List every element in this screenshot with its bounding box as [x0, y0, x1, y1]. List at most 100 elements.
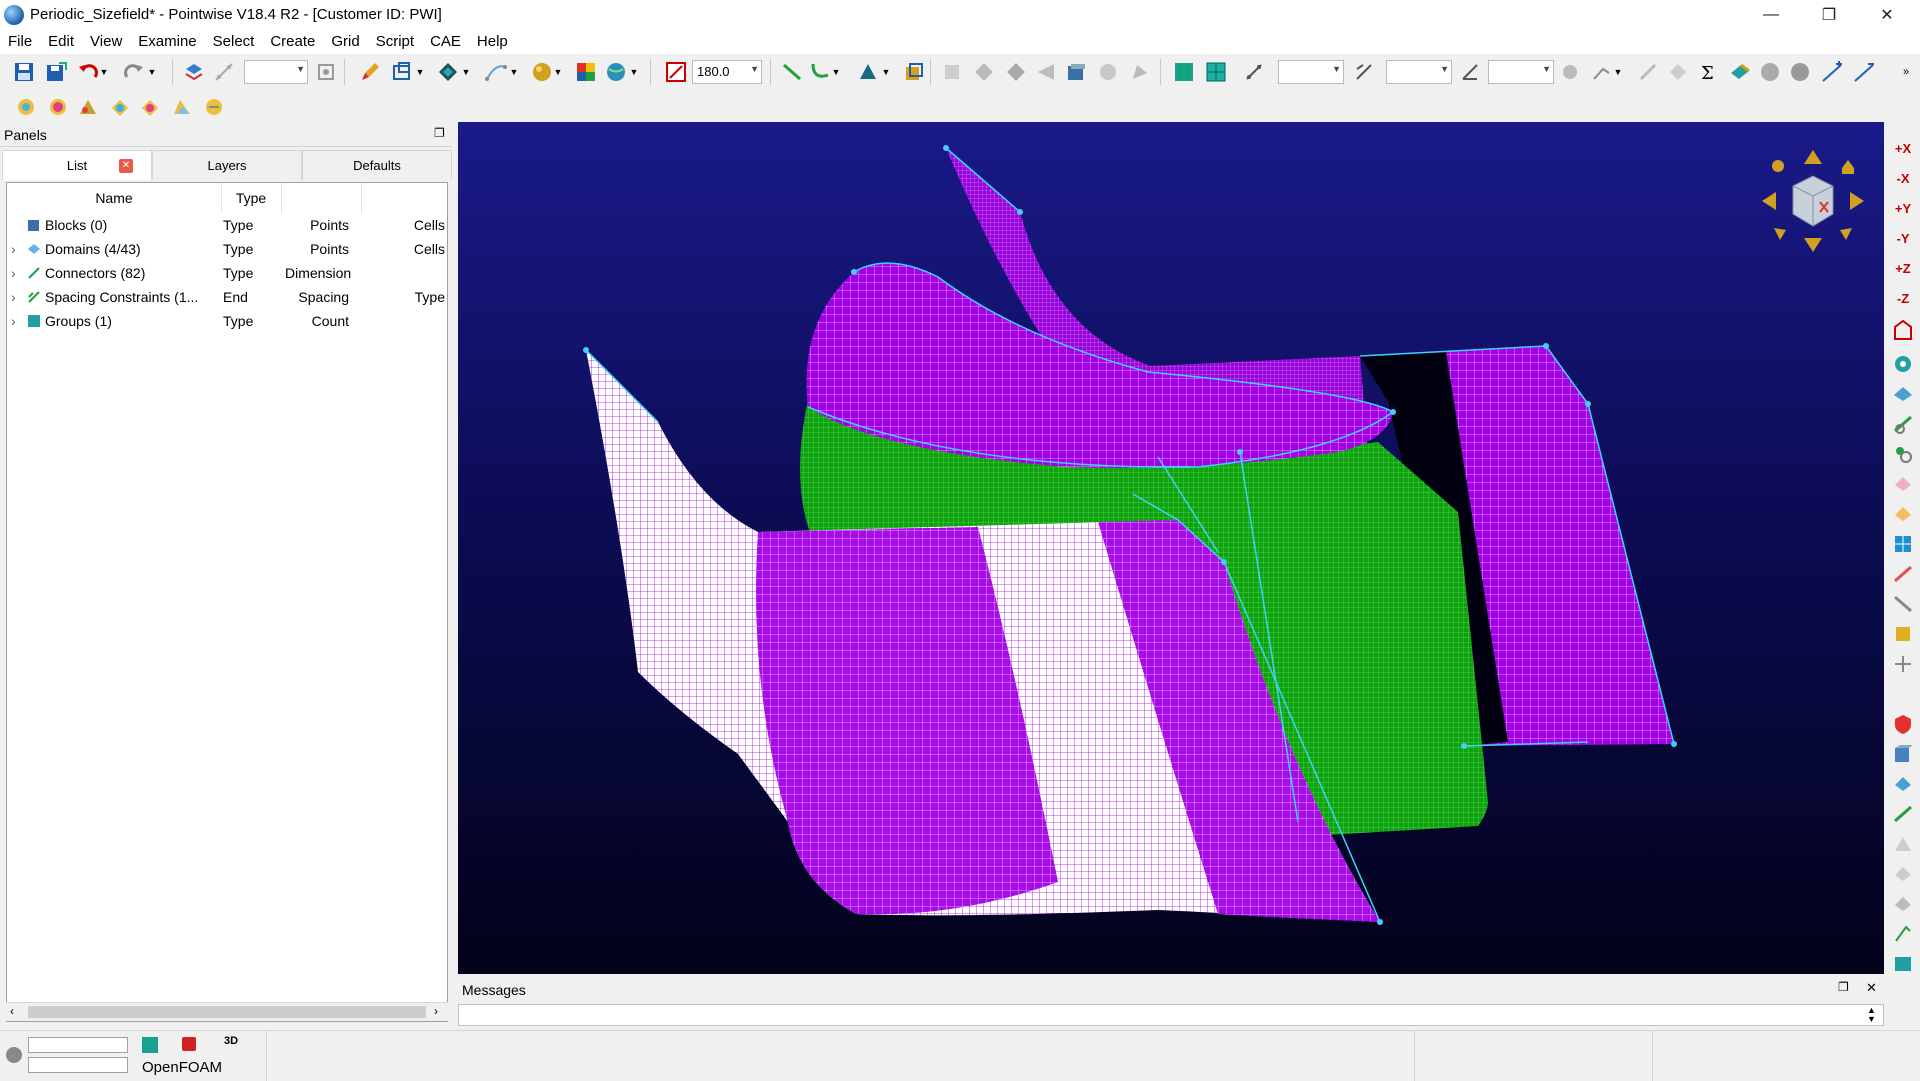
line-connector-icon[interactable]: [780, 60, 804, 84]
angle-combo[interactable]: ▼: [1488, 60, 1554, 84]
disabled-tool-1-icon[interactable]: [940, 60, 964, 84]
menu-help[interactable]: Help: [469, 30, 516, 50]
visibility-3-icon[interactable]: [1891, 412, 1915, 436]
db-shade-7-icon[interactable]: [202, 95, 226, 119]
angle-icon[interactable]: [1458, 60, 1482, 84]
menu-select[interactable]: Select: [205, 30, 263, 50]
view-plus-y-button[interactable]: +Y: [1891, 196, 1915, 220]
rotate-angle-icon[interactable]: [664, 60, 688, 84]
menu-cae[interactable]: CAE: [422, 30, 469, 50]
cae-export-icon[interactable]: [1891, 952, 1915, 976]
messages-output[interactable]: ▲ ▼: [458, 1004, 1884, 1026]
menu-script[interactable]: Script: [368, 30, 422, 50]
dimension-combo[interactable]: ▼: [1278, 60, 1344, 84]
visibility-7-icon[interactable]: [1891, 532, 1915, 556]
color-grid-icon[interactable]: [574, 60, 598, 84]
menu-view[interactable]: View: [82, 30, 130, 50]
info-disabled-2-icon[interactable]: [1788, 60, 1812, 84]
select-mask-icon[interactable]: [182, 60, 206, 84]
grid-shade-icon[interactable]: [1204, 60, 1228, 84]
db-shade-2-icon[interactable]: [46, 95, 70, 119]
shade-sphere-icon[interactable]: [530, 60, 554, 84]
curve-icon[interactable]: [484, 60, 508, 84]
project-icon[interactable]: [1590, 60, 1614, 84]
cae-disabled-1-icon[interactable]: [1891, 832, 1915, 856]
tab-layers[interactable]: Layers: [152, 150, 302, 180]
db-shade-1-icon[interactable]: [14, 95, 38, 119]
db-shade-3-icon[interactable]: [76, 95, 100, 119]
messages-close-icon[interactable]: ✕: [1866, 980, 1877, 996]
redo-icon[interactable]: [122, 60, 146, 84]
project-dropdown-icon[interactable]: ▼: [1612, 60, 1624, 84]
view-minus-y-button[interactable]: -Y: [1891, 226, 1915, 250]
column-header-name[interactable]: Name: [7, 183, 222, 213]
db-shade-4-icon[interactable]: [108, 95, 132, 119]
visibility-10-icon[interactable]: [1891, 622, 1915, 646]
spacing-combo[interactable]: ▼: [1386, 60, 1452, 84]
view-minus-x-button[interactable]: -X: [1891, 166, 1915, 190]
3d-viewport[interactable]: [458, 122, 1884, 974]
cae-disabled-2-icon[interactable]: [1891, 862, 1915, 886]
view-minus-z-button[interactable]: -Z: [1891, 286, 1915, 310]
view-navigator[interactable]: [1758, 146, 1868, 256]
menu-file[interactable]: File: [0, 30, 40, 50]
diamond-icon[interactable]: [436, 60, 460, 84]
curve-connector-icon[interactable]: [808, 60, 832, 84]
scroll-right-icon[interactable]: ›: [434, 1004, 438, 1018]
globe-icon[interactable]: [604, 60, 628, 84]
cae-connector-icon[interactable]: [1891, 802, 1915, 826]
mesh-canvas[interactable]: [458, 122, 1884, 974]
scroll-left-icon[interactable]: ‹: [10, 1004, 14, 1018]
close-button[interactable]: ✕: [1858, 0, 1916, 30]
shade-dropdown-icon[interactable]: ▼: [552, 60, 564, 84]
disabled-tool-6-icon[interactable]: [1128, 60, 1152, 84]
curve-connector-dropdown-icon[interactable]: ▼: [830, 60, 842, 84]
expand-chevron-icon[interactable]: ›: [11, 313, 16, 329]
grid-status-icon[interactable]: [142, 1037, 158, 1053]
tree-row[interactable]: Blocks (0) Type Points Cells: [7, 213, 447, 237]
tree-row[interactable]: › Domains (4/43) Type Points Cells: [7, 237, 447, 261]
extents-icon[interactable]: [390, 60, 414, 84]
add-plane-icon[interactable]: [1820, 60, 1844, 84]
block-status-icon[interactable]: [182, 1037, 196, 1051]
tree-row[interactable]: › Connectors (82) Type Dimension: [7, 261, 447, 285]
disabled-tool-8-icon[interactable]: [1636, 60, 1660, 84]
globe-dropdown-icon[interactable]: ▼: [628, 60, 640, 84]
visibility-9-icon[interactable]: [1891, 592, 1915, 616]
expand-chevron-icon[interactable]: ›: [11, 241, 16, 257]
mask-combo[interactable]: ▼: [244, 60, 308, 84]
visibility-4-icon[interactable]: [1891, 442, 1915, 466]
remove-plane-icon[interactable]: [1852, 60, 1876, 84]
examine-icon[interactable]: [1728, 60, 1752, 84]
tree-row[interactable]: › Spacing Constraints (1... End Spacing Type: [7, 285, 447, 309]
rotation-angle-combo[interactable]: 180.0 ▼: [692, 60, 762, 84]
diamond-dropdown-icon[interactable]: ▼: [460, 60, 472, 84]
cae-shield-icon[interactable]: [1891, 712, 1915, 736]
undo-dropdown-icon[interactable]: ▼: [98, 60, 110, 84]
sum-icon[interactable]: Σ: [1696, 60, 1720, 84]
spacing-icon[interactable]: [1352, 60, 1376, 84]
expand-chevron-icon[interactable]: ›: [11, 289, 16, 305]
view-home-icon[interactable]: [1891, 318, 1915, 342]
disabled-tool-7-icon[interactable]: [1558, 60, 1582, 84]
tab-defaults[interactable]: Defaults: [302, 150, 452, 180]
toolbar-overflow-icon[interactable]: »: [1898, 60, 1914, 84]
expand-chevron-icon[interactable]: ›: [11, 265, 16, 281]
domain-dropdown-icon[interactable]: ▼: [880, 60, 892, 84]
db-shade-6-icon[interactable]: [170, 95, 194, 119]
minimize-button[interactable]: —: [1742, 0, 1800, 30]
cae-block-icon[interactable]: [1891, 742, 1915, 766]
horizontal-scrollbar[interactable]: ‹ ›: [6, 1002, 448, 1021]
panel-undock-icon[interactable]: ❐: [434, 126, 445, 140]
save-as-icon[interactable]: [44, 60, 68, 84]
restore-button[interactable]: ❐: [1800, 0, 1858, 30]
redo-dropdown-icon[interactable]: ▼: [146, 60, 158, 84]
cae-domain-icon[interactable]: [1891, 772, 1915, 796]
column-header-empty[interactable]: [281, 183, 362, 213]
cae-disabled-3-icon[interactable]: [1891, 892, 1915, 916]
disabled-tool-4-icon[interactable]: [1034, 60, 1058, 84]
disabled-tool-9-icon[interactable]: [1666, 60, 1690, 84]
undo-icon[interactable]: [76, 60, 100, 84]
visibility-2-icon[interactable]: [1891, 382, 1915, 406]
disabled-tool-2-icon[interactable]: [972, 60, 996, 84]
